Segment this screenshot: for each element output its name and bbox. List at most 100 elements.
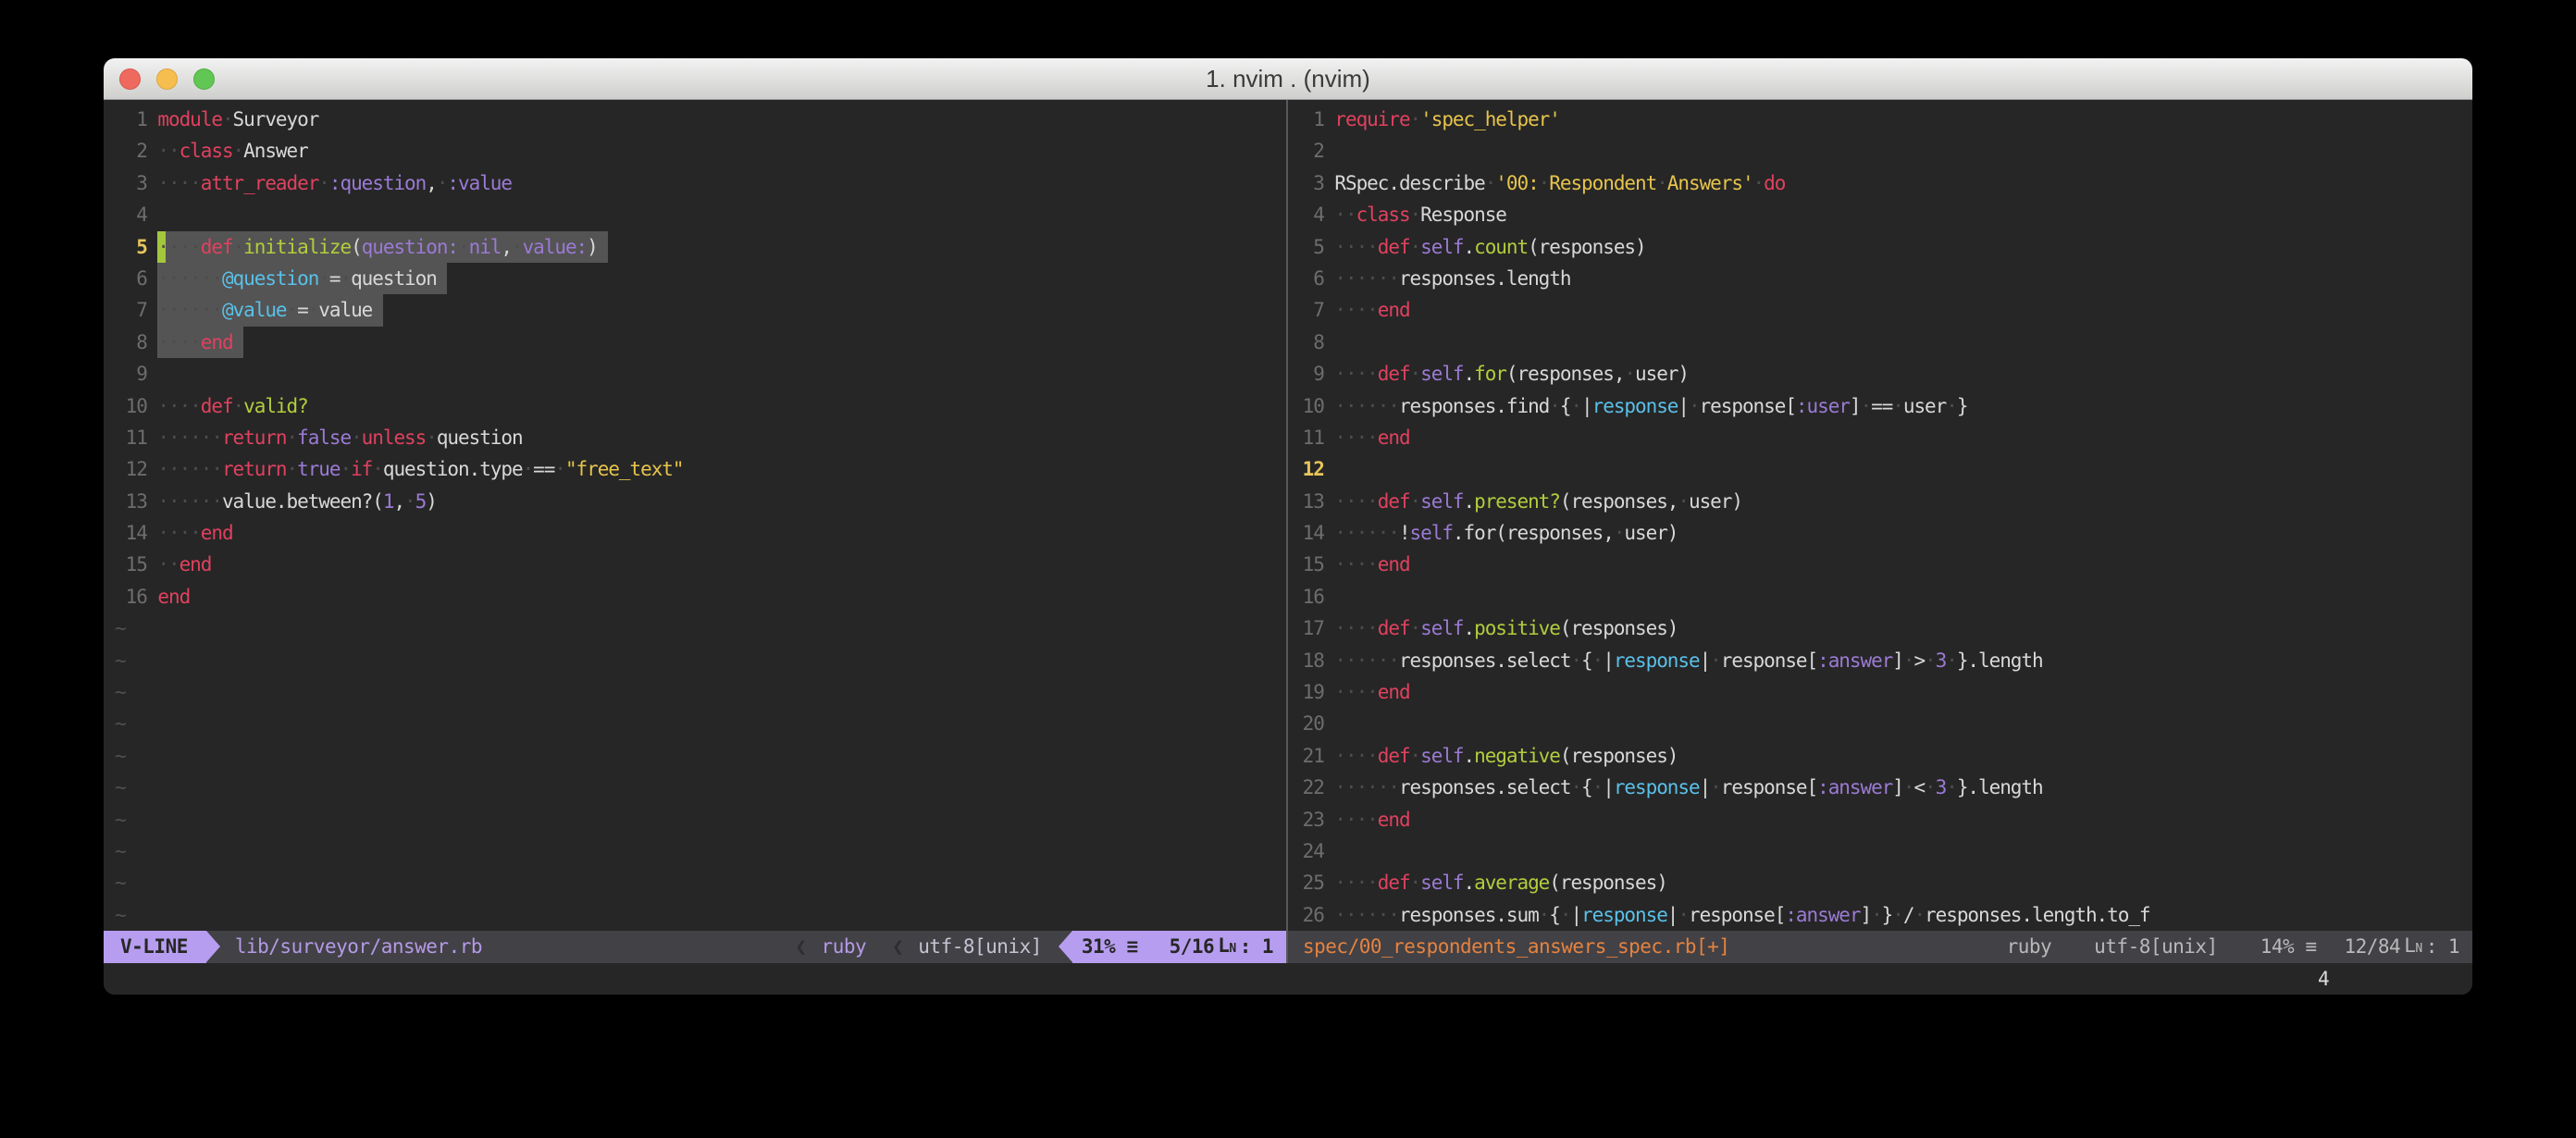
code-token: ] xyxy=(1892,649,1903,672)
code-token: responses.length.to_f xyxy=(1925,904,2149,926)
code-line[interactable]: 6······responses.length xyxy=(1292,263,2472,294)
whitespace-dot-icon: · xyxy=(1410,108,1421,130)
code-token: == xyxy=(533,458,554,480)
code-line[interactable]: 9····def·self.for(responses,·user) xyxy=(1292,358,2472,390)
code-line[interactable]: 1module·Surveyor xyxy=(115,104,1286,135)
whitespace-dot-icon: · xyxy=(168,522,180,544)
code-line[interactable]: 5····def·initialize(question:·nil,·value… xyxy=(115,231,1286,263)
code-line[interactable]: 3····attr_reader·:question,·:value xyxy=(115,167,1286,199)
whitespace-dot-icon: · xyxy=(1334,809,1345,831)
command-line[interactable]: 4 xyxy=(104,963,2472,995)
code-line[interactable]: 12······return·true·if·question.type·==·… xyxy=(115,453,1286,485)
code-line[interactable]: 18······responses.select·{·|response|·re… xyxy=(1292,645,2472,676)
whitespace-dot-icon: · xyxy=(1367,490,1378,513)
code-line[interactable]: 5····def·self.count(responses) xyxy=(1292,231,2472,263)
titlebar[interactable]: 1. nvim . (nvim) xyxy=(104,58,2472,100)
line-number: 2 xyxy=(1292,135,1334,167)
code-token: end xyxy=(201,522,233,544)
code-line[interactable]: 1require·'spec_helper' xyxy=(1292,104,2472,135)
code-line[interactable]: 26······responses.sum·{·|response|·respo… xyxy=(1292,899,2472,931)
code-line[interactable]: 17····def·self.positive(responses) xyxy=(1292,612,2472,644)
code-line[interactable]: 23····end xyxy=(1292,804,2472,835)
line-number: 10 xyxy=(115,390,157,422)
code-line[interactable]: 16end xyxy=(115,581,1286,612)
whitespace-dot-icon: · xyxy=(180,299,191,321)
right-pane[interactable]: 1require·'spec_helper'23RSpec.describe·'… xyxy=(1288,100,2472,963)
code-line[interactable]: 14····end xyxy=(115,517,1286,549)
code-line[interactable]: 10····def·valid? xyxy=(115,390,1286,422)
whitespace-dot-icon: · xyxy=(1378,522,1389,544)
code-line[interactable]: 15····end xyxy=(1292,549,2472,580)
whitespace-dot-icon: · xyxy=(1334,363,1345,385)
code-text: ····end xyxy=(1334,422,1409,453)
code-text: ······responses.length xyxy=(1334,263,1570,294)
line-number: 8 xyxy=(115,327,157,358)
code-line[interactable]: 21····def·self.negative(responses) xyxy=(1292,740,2472,772)
code-line[interactable]: 9 xyxy=(115,358,1286,390)
whitespace-dot-icon: · xyxy=(190,172,201,194)
code-token: def xyxy=(1378,236,1410,258)
code-line[interactable]: 14······!self.for(responses,·user) xyxy=(1292,517,2472,549)
whitespace-dot-icon: · xyxy=(1334,681,1345,703)
code-line[interactable]: 10······responses.find·{·|response|·resp… xyxy=(1292,390,2472,422)
code-line[interactable]: 2··class·Answer xyxy=(115,135,1286,167)
code-line[interactable]: 25····def·self.average(responses) xyxy=(1292,867,2472,898)
line-number: 24 xyxy=(1292,835,1334,867)
whitespace-dot-icon: · xyxy=(1334,776,1345,798)
whitespace-dot-icon: · xyxy=(1946,649,1957,672)
code-line[interactable]: 4··class·Response xyxy=(1292,199,2472,230)
whitespace-dot-icon: · xyxy=(1367,872,1378,894)
code-token: ) xyxy=(587,236,598,258)
code-line[interactable]: 12 xyxy=(1292,453,2472,485)
code-token: Surveyor xyxy=(233,108,319,130)
code-line[interactable]: 22······responses.select·{·|response|·re… xyxy=(1292,772,2472,803)
whitespace-dot-icon: · xyxy=(1345,904,1356,926)
code-text: ··end xyxy=(157,549,211,580)
desktop: 1. nvim . (nvim) 1module·Surveyor2··clas… xyxy=(0,0,2576,1138)
left-pane[interactable]: 1module·Surveyor2··class·Answer3····attr… xyxy=(104,100,1286,963)
code-token: response xyxy=(1592,395,1678,417)
code-line[interactable]: 2 xyxy=(1292,135,2472,167)
right-statusline: spec/00_respondents_answers_spec.rb[+] r… xyxy=(1288,931,2472,963)
code-line[interactable]: 19····end xyxy=(1292,676,2472,708)
whitespace-dot-icon: · xyxy=(287,299,298,321)
code-line[interactable]: 4 xyxy=(115,199,1286,230)
whitespace-dot-icon: · xyxy=(1334,617,1345,639)
code-token: for xyxy=(1474,363,1506,385)
line-number: 14 xyxy=(1292,517,1334,549)
code-line[interactable]: 24 xyxy=(1292,835,2472,867)
whitespace-dot-icon: · xyxy=(1388,649,1399,672)
whitespace-dot-icon: · xyxy=(1345,204,1356,226)
code-line[interactable]: 7····end xyxy=(1292,294,2472,326)
code-line[interactable]: 15··end xyxy=(115,549,1286,580)
code-line[interactable]: 13····def·self.present?(responses,·user) xyxy=(1292,486,2472,517)
code-line[interactable]: 16 xyxy=(1292,581,2472,612)
whitespace-dot-icon: · xyxy=(1356,904,1368,926)
whitespace-dot-icon: · xyxy=(1367,776,1378,798)
code-token: def xyxy=(1378,872,1410,894)
code-line[interactable]: 8 xyxy=(1292,327,2472,358)
chevron-left-icon: ❮ xyxy=(789,931,811,963)
code-token: self xyxy=(1420,363,1463,385)
code-line[interactable]: 7······@value·=·value xyxy=(115,294,1286,326)
terminal-window[interactable]: 1. nvim . (nvim) 1module·Surveyor2··clas… xyxy=(104,58,2472,995)
whitespace-dot-icon: · xyxy=(1710,649,1721,672)
code-line[interactable]: 6······@question·=·question xyxy=(115,263,1286,294)
code-line[interactable]: 3RSpec.describe·'00:·Respondent·Answers'… xyxy=(1292,167,2472,199)
whitespace-dot-icon: · xyxy=(1913,904,1925,926)
spec-rb-buffer[interactable]: 1require·'spec_helper'23RSpec.describe·'… xyxy=(1288,100,2472,931)
code-token: response xyxy=(1614,649,1700,672)
code-line[interactable]: 20 xyxy=(1292,708,2472,739)
code-token: . xyxy=(1464,872,1475,894)
answer-rb-buffer[interactable]: 1module·Surveyor2··class·Answer3····attr… xyxy=(104,100,1286,931)
whitespace-dot-icon: · xyxy=(190,427,201,449)
whitespace-dot-icon: · xyxy=(1345,395,1356,417)
code-line[interactable]: 13······value.between?(1,·5) xyxy=(115,486,1286,517)
code-line[interactable]: 11······return·false·unless·question xyxy=(115,422,1286,453)
code-token: self xyxy=(1420,490,1463,513)
code-line[interactable]: 8····end xyxy=(115,327,1286,358)
code-text: require·'spec_helper' xyxy=(1334,104,1559,135)
tilde-empty-line: ~ xyxy=(115,772,1286,803)
tilde-empty-line: ~ xyxy=(115,899,1286,931)
code-line[interactable]: 11····end xyxy=(1292,422,2472,453)
